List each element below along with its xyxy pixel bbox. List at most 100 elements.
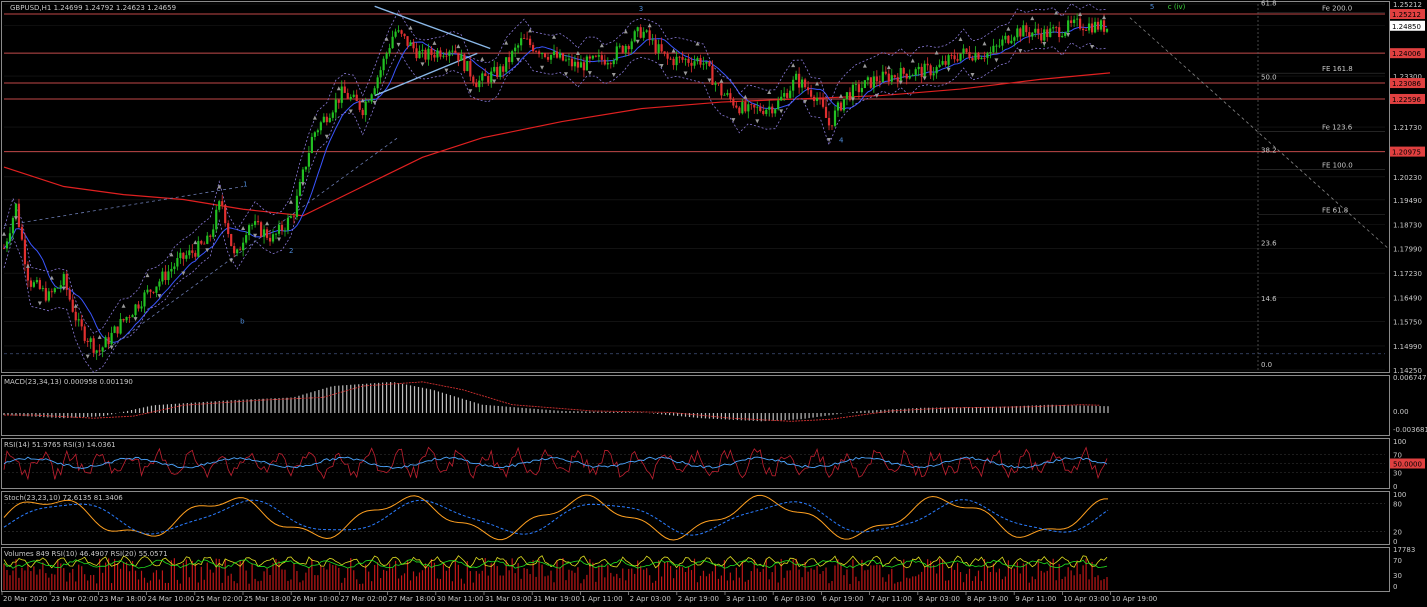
- stoch-title: Stoch(23,23,10) 72.6135 81.3406: [4, 494, 123, 502]
- rsi-tick-label: 50.0000: [1393, 461, 1422, 469]
- macd-tick-label: -0.003681: [1393, 426, 1427, 434]
- wave-label: 3: [639, 5, 643, 13]
- candle: [959, 53, 962, 62]
- y-tick-label: 1.19490: [1393, 197, 1422, 205]
- stoch-tick-label: 0: [1393, 538, 1397, 546]
- y-tick-label: 1.15750: [1393, 318, 1422, 326]
- stoch-tick-label: 100: [1393, 491, 1406, 499]
- x-tick-label: 2 Apr 19:00: [678, 595, 719, 603]
- candle: [633, 29, 636, 43]
- price-tag: 1.22596: [1390, 93, 1425, 104]
- fib-extension-label: Fe 123.6: [1322, 124, 1353, 132]
- x-tick-label: 10 Apr 03:00: [1063, 595, 1109, 603]
- macd-title: MACD(23,34,13) 0.000958 0.001190: [4, 378, 133, 386]
- symbol-title: GBPUSD,H1 1.24699 1.24792 1.24623 1.2465…: [10, 4, 176, 12]
- macd-tick-label: 0.006747: [1393, 374, 1426, 382]
- fib-extension-label: FE 161.8: [1322, 65, 1353, 73]
- x-tick-label: 10 Apr 19:00: [1112, 595, 1158, 603]
- x-tick-label: 23 Mar 18:00: [99, 595, 146, 603]
- price-tag: 1.25212: [1390, 9, 1425, 19]
- rsi-tick-label: 100: [1393, 438, 1406, 446]
- price-tag-text: 1.24850: [1392, 23, 1421, 31]
- x-tick-label: 1 Apr 11:00: [581, 595, 622, 603]
- candle: [621, 44, 624, 54]
- wave-label: b: [240, 318, 245, 326]
- fib-retracement-label: 23.6: [1261, 240, 1277, 248]
- fib-retracement-label: 14.6: [1261, 295, 1277, 303]
- candle: [977, 51, 980, 60]
- x-tick-label: 25 Mar 18:00: [244, 595, 291, 603]
- x-tick-label: 26 Mar 10:00: [292, 595, 339, 603]
- x-tick-label: 24 Mar 10:00: [148, 595, 195, 603]
- y-tick-label: 1.25212: [1393, 1, 1422, 9]
- price-tag-text: 1.22596: [1392, 96, 1421, 104]
- fib-extension-label: FE 100.0: [1322, 162, 1353, 170]
- price-tag-text: 1.24006: [1392, 50, 1421, 58]
- price-tag: 1.20975: [1390, 146, 1425, 157]
- candle: [466, 60, 469, 72]
- macd-tick-label: 0.00: [1393, 408, 1409, 416]
- candle: [863, 79, 866, 89]
- x-tick-label: 30 Mar 11:00: [437, 595, 484, 603]
- candle: [561, 52, 565, 62]
- x-tick-label: 25 Mar 02:00: [196, 595, 243, 603]
- wave-label: 4: [839, 137, 844, 145]
- x-tick-label: 3 Apr 11:00: [726, 595, 767, 603]
- candle: [83, 324, 86, 344]
- x-tick-label: 7 Apr 11:00: [871, 595, 912, 603]
- rsi-title: RSI(14) 51.9765 RSI(3) 14.0361: [4, 441, 116, 449]
- x-tick-label: 9 Apr 11:00: [1015, 595, 1056, 603]
- wave-label: c (iv): [1168, 3, 1186, 11]
- x-tick-label: 2 Apr 03:00: [630, 595, 671, 603]
- volume-tick-label: 30: [1393, 572, 1402, 580]
- stoch-tick-label: 20: [1393, 529, 1402, 537]
- fib-retracement-label: 50.0: [1261, 73, 1277, 81]
- y-tick-label: 1.17990: [1393, 246, 1422, 254]
- candle: [505, 57, 508, 75]
- x-tick-label: 6 Apr 19:00: [822, 595, 863, 603]
- candle: [463, 53, 466, 74]
- trading-chart: Fe 200.0 FE 161.8 Fe 123.6 FE 100.0 FE 61.8 6…: [0, 0, 1427, 607]
- candle: [259, 220, 263, 238]
- wave-label: 1: [243, 181, 247, 189]
- x-tick-label: 8 Apr 19:00: [967, 595, 1008, 603]
- y-tick-label: 1.16490: [1393, 294, 1422, 302]
- rsi-tick-label: 30: [1393, 470, 1402, 478]
- candle: [301, 167, 305, 184]
- x-tick-label: 27 Mar 02:00: [340, 595, 387, 603]
- fib-extension-label: Fe 200.0: [1322, 4, 1352, 12]
- volumes-title: Volumes 849 RSI(10) 46.4907 RSI(20) 55.0…: [4, 550, 168, 558]
- wave-label: 5: [1150, 3, 1154, 11]
- fib-retracement-label: 38.2: [1261, 146, 1277, 154]
- price-tag: 1.24006: [1390, 48, 1425, 59]
- volume-tick-label: 70: [1393, 557, 1402, 565]
- rsi-tick-label: 0: [1393, 483, 1397, 491]
- rsi-tick-label: 70: [1393, 452, 1402, 460]
- y-tick-label: 1.14990: [1393, 343, 1422, 351]
- candle: [585, 54, 588, 71]
- y-tick-label: 1.21730: [1393, 124, 1422, 132]
- x-tick-label: 6 Apr 03:00: [774, 595, 815, 603]
- stoch-tick-label: 80: [1393, 500, 1402, 508]
- fib-retracement-label: 61.8: [1261, 0, 1277, 7]
- y-tick-label: 1.17230: [1393, 270, 1422, 278]
- x-tick-label: 31 Mar 03:00: [485, 595, 532, 603]
- x-tick-label: 27 Mar 18:00: [389, 595, 436, 603]
- price-tag-text: 1.23086: [1392, 80, 1421, 88]
- fib-extension-label: FE 61.8: [1322, 206, 1348, 214]
- candle: [230, 233, 233, 247]
- price-tag-text: 1.20975: [1392, 149, 1421, 157]
- candle: [869, 77, 872, 90]
- price-tag-text: 1.25212: [1392, 11, 1421, 19]
- x-tick-label: 20 Mar 2020: [3, 595, 47, 603]
- fib-retracement-label: 0.0: [1261, 361, 1272, 369]
- x-tick-label: 8 Apr 03:00: [919, 595, 960, 603]
- price-tag: 1.23086: [1390, 78, 1425, 89]
- volume-tick-label: 0: [1393, 583, 1397, 591]
- candle: [804, 77, 807, 89]
- y-tick-label: 1.18730: [1393, 222, 1422, 230]
- x-tick-label: 31 Mar 19:00: [533, 595, 580, 603]
- chart-background: [0, 0, 1427, 607]
- wave-label: 2: [289, 247, 293, 255]
- y-tick-label: 1.20230: [1393, 174, 1422, 182]
